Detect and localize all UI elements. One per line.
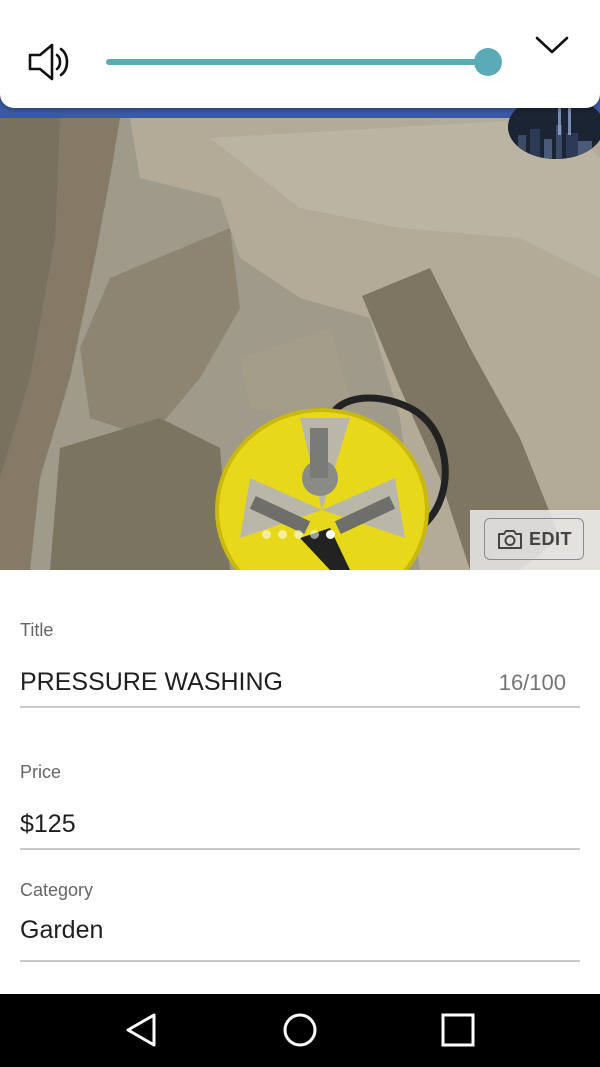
photo-illustration [0, 118, 600, 570]
pager-dot[interactable] [326, 530, 335, 539]
edit-label: EDIT [529, 528, 573, 549]
category-select[interactable]: Garden [20, 916, 103, 945]
home-circle-icon[interactable] [280, 1010, 320, 1050]
back-triangle-icon[interactable] [122, 1010, 162, 1050]
chevron-down-icon[interactable] [532, 30, 572, 60]
volume-slider-fill [106, 59, 489, 65]
image-pager-dots [262, 530, 335, 540]
price-input[interactable]: $125 [20, 810, 76, 839]
pager-dot[interactable] [294, 530, 303, 539]
edit-overlay: EDIT [470, 510, 600, 570]
title-char-counter: 16/100 [498, 670, 566, 695]
listing-photo[interactable] [0, 118, 600, 570]
speaker-icon[interactable] [26, 40, 72, 84]
system-nav-bar [0, 994, 600, 1067]
pager-dot[interactable] [310, 530, 319, 539]
title-underline [20, 706, 580, 708]
volume-slider-track[interactable] [106, 48, 503, 76]
volume-slider-thumb[interactable] [474, 48, 503, 76]
price-label: Price [20, 762, 62, 782]
pager-dot[interactable] [262, 530, 271, 539]
title-field[interactable]: Title PRESSURE WASHING 16/100 [20, 620, 580, 710]
category-underline [20, 960, 580, 962]
price-underline [20, 848, 580, 850]
edit-photo-button[interactable]: EDIT [484, 518, 584, 560]
title-label: Title [20, 620, 54, 640]
recents-square-icon[interactable] [438, 1010, 478, 1050]
title-input[interactable]: PRESSURE WASHING [20, 668, 283, 697]
pager-dot[interactable] [278, 530, 287, 539]
category-field[interactable]: Category Garden [20, 880, 580, 964]
volume-panel [0, 0, 600, 108]
camera-icon [498, 530, 522, 549]
category-label: Category [20, 880, 94, 900]
price-field[interactable]: Price $125 [20, 762, 580, 852]
